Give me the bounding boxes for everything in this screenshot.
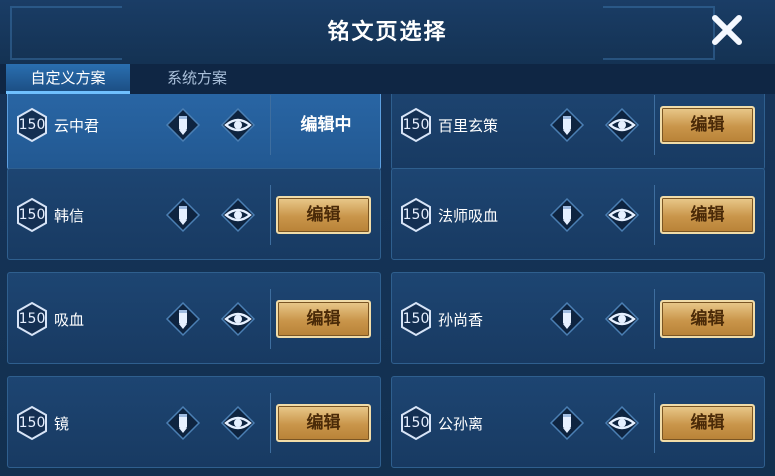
hexagon-level-icon: 150 [14, 197, 50, 233]
tab-bar: 自定义方案 系统方案 [0, 64, 775, 94]
edit-button[interactable]: 编辑 [660, 300, 755, 338]
rename-button[interactable] [548, 404, 586, 442]
preview-button[interactable] [603, 106, 641, 144]
rune-page-card[interactable]: 150 法师吸血 编辑 [391, 168, 765, 260]
rune-page-card[interactable]: 150 云中君 编辑中 [7, 94, 381, 170]
rune-page-name: 韩信 [54, 207, 85, 225]
preview-button[interactable] [219, 106, 257, 144]
pencil-icon [548, 405, 586, 446]
rune-page-grid: 150 云中君 编辑中 150 百里玄策 编辑 150 韩信 编辑 150 法师吸血 编辑 150 吸血编… [0, 94, 775, 476]
rune-page-card[interactable]: 150 公孙离 编辑 [391, 376, 765, 468]
hexagon-level-icon: 150 [398, 301, 434, 337]
rune-level: 150 [18, 311, 46, 327]
eye-icon [603, 107, 641, 148]
card-divider [654, 393, 655, 453]
rename-button[interactable] [164, 300, 202, 338]
eye-icon [603, 405, 641, 446]
rune-page-card[interactable]: 150 吸血 编辑 [7, 272, 381, 364]
hexagon-level-icon: 150 [398, 405, 434, 441]
preview-button[interactable] [219, 196, 257, 234]
pencil-icon [548, 197, 586, 238]
edit-button[interactable]: 编辑 [660, 196, 755, 234]
editing-status: 编辑中 [300, 115, 352, 135]
preview-button[interactable] [219, 300, 257, 338]
rune-page-name: 孙尚香 [438, 311, 484, 329]
preview-button[interactable] [219, 404, 257, 442]
rune-level: 150 [402, 117, 430, 133]
eye-icon [219, 301, 257, 342]
card-divider [654, 289, 655, 349]
tab-system-pages[interactable]: 系统方案 [138, 64, 256, 94]
pencil-icon [548, 301, 586, 342]
rune-level: 150 [402, 311, 430, 327]
rune-page-name: 公孙离 [438, 415, 484, 433]
rune-page-name: 百里玄策 [438, 117, 499, 135]
rename-button[interactable] [548, 300, 586, 338]
hexagon-level-icon: 150 [14, 405, 50, 441]
rune-page-card[interactable]: 150 孙尚香 编辑 [391, 272, 765, 364]
card-divider [654, 95, 655, 155]
rune-page-name: 云中君 [54, 117, 100, 135]
edit-button[interactable]: 编辑 [660, 404, 755, 442]
rune-level: 150 [18, 415, 46, 431]
pencil-icon [164, 197, 202, 238]
rune-page-select-modal: 铭文页选择 自定义方案 系统方案 150 云中君 编辑中 150 百里玄策 编辑 150 韩信… [0, 0, 775, 476]
hexagon-level-icon: 150 [398, 107, 434, 143]
edit-button[interactable]: 编辑 [660, 106, 755, 144]
rename-button[interactable] [164, 106, 202, 144]
eye-icon [219, 197, 257, 238]
preview-button[interactable] [603, 196, 641, 234]
rune-page-card[interactable]: 150 韩信 编辑 [7, 168, 381, 260]
eye-icon [219, 107, 257, 148]
rune-page-name: 法师吸血 [438, 207, 499, 225]
rune-level: 150 [18, 117, 46, 133]
rename-button[interactable] [164, 196, 202, 234]
card-divider [270, 393, 271, 453]
pencil-icon [164, 301, 202, 342]
card-divider [270, 185, 271, 245]
modal-title: 铭文页选择 [327, 20, 448, 45]
rune-level: 150 [402, 415, 430, 431]
rename-button[interactable] [548, 106, 586, 144]
hexagon-level-icon: 150 [14, 107, 50, 143]
rune-page-card[interactable]: 150 百里玄策 编辑 [391, 94, 765, 170]
rename-button[interactable] [548, 196, 586, 234]
preview-button[interactable] [603, 404, 641, 442]
close-button[interactable] [709, 12, 745, 48]
rune-page-card[interactable]: 150 镜 编辑 [7, 376, 381, 468]
rune-level: 150 [18, 207, 46, 223]
pencil-icon [548, 107, 586, 148]
card-divider [270, 95, 271, 155]
eye-icon [219, 405, 257, 446]
card-divider [654, 185, 655, 245]
edit-button[interactable]: 编辑 [276, 300, 371, 338]
title-bar: 铭文页选择 [0, 0, 775, 65]
pencil-icon [164, 107, 202, 148]
preview-button[interactable] [603, 300, 641, 338]
edit-button[interactable]: 编辑 [276, 196, 371, 234]
rename-button[interactable] [164, 404, 202, 442]
hexagon-level-icon: 150 [14, 301, 50, 337]
rune-page-name: 吸血 [54, 311, 85, 329]
card-divider [270, 289, 271, 349]
edit-button[interactable]: 编辑 [276, 404, 371, 442]
eye-icon [603, 197, 641, 238]
tab-custom-pages[interactable]: 自定义方案 [6, 64, 130, 94]
close-x-icon [712, 15, 742, 45]
eye-icon [603, 301, 641, 342]
pencil-icon [164, 405, 202, 446]
hexagon-level-icon: 150 [398, 197, 434, 233]
rune-level: 150 [402, 207, 430, 223]
rune-page-name: 镜 [54, 415, 70, 433]
